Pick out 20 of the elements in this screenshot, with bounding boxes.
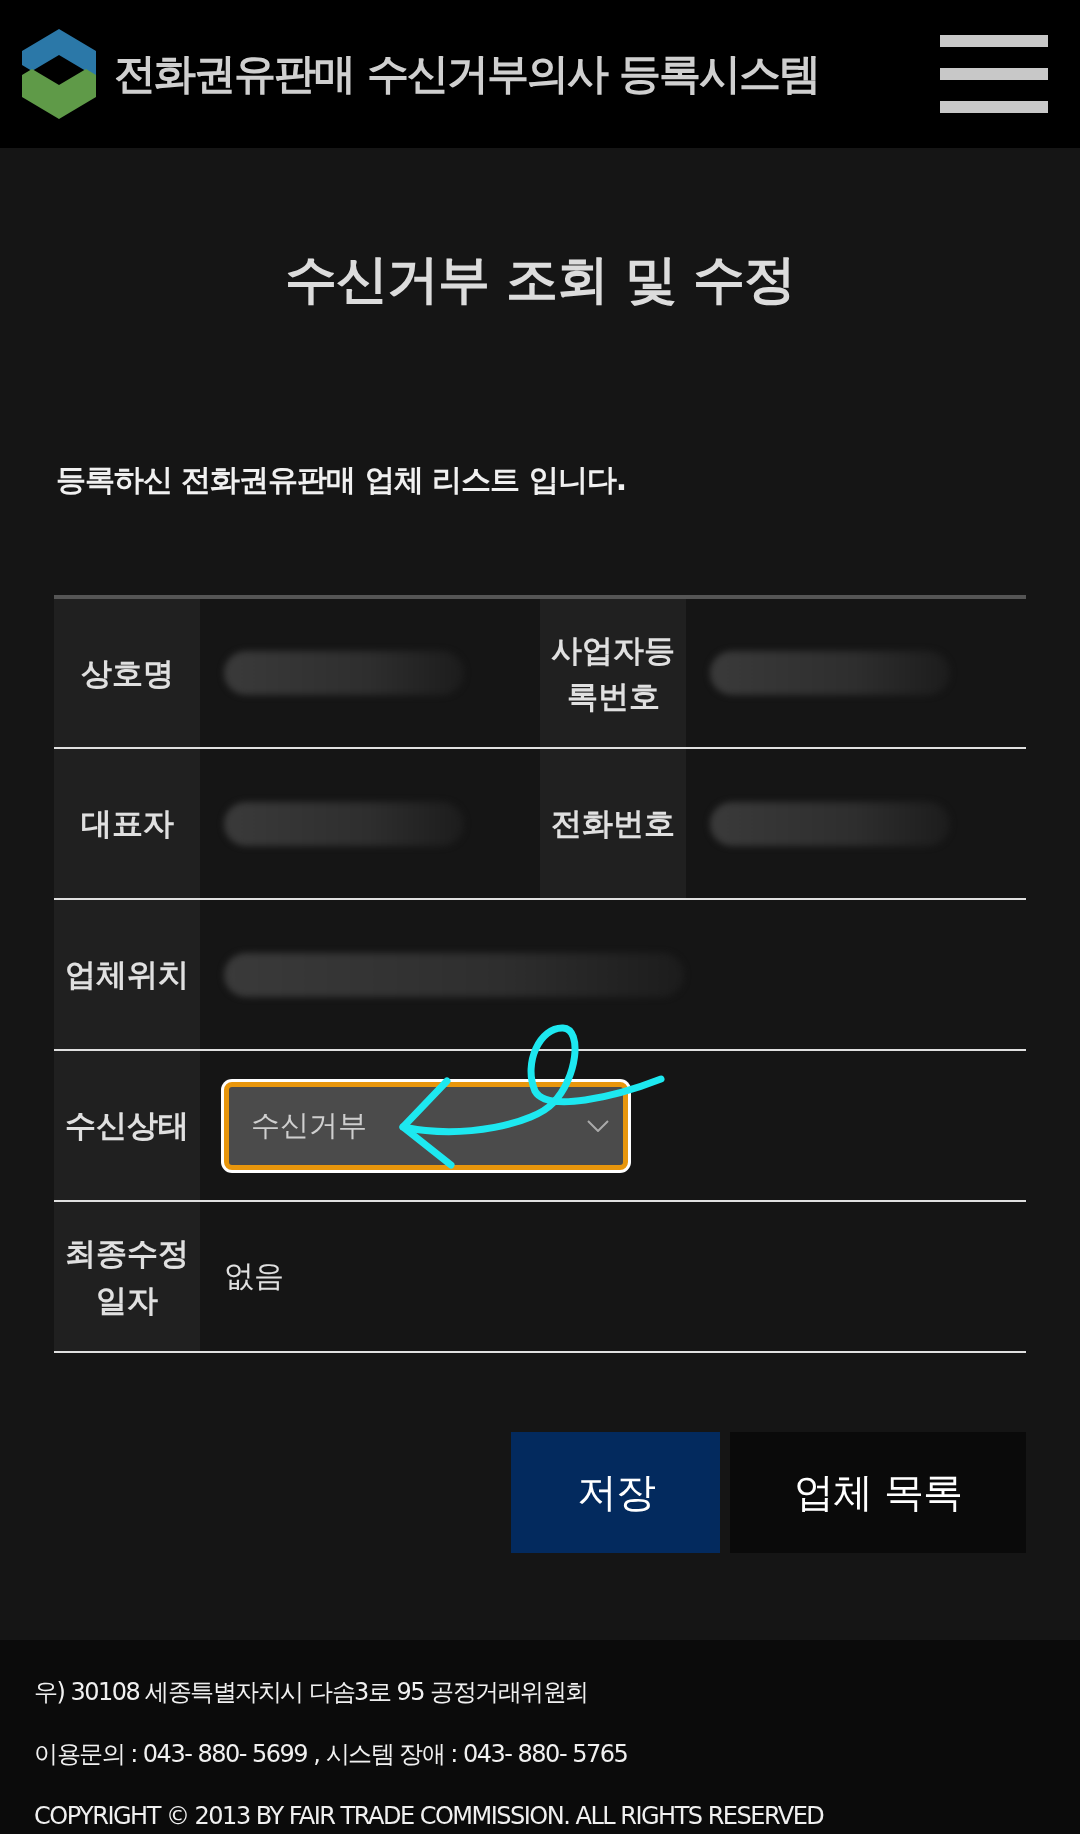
site-title: 전화권유판매 수신거부의사 등록시스템	[114, 48, 821, 100]
intro-text: 등록하신 전화권유판매 업체 리스트 입니다.	[56, 465, 628, 495]
logo-icon	[22, 29, 96, 119]
footer-text: 이용문의 : 043- 880- 5699 , 시스템 장애 : 043- 880- 5765	[34, 1739, 629, 1770]
chevron-down-icon	[587, 1119, 609, 1132]
footer-text: COPYRIGHT © 2013 BY FAIR TRADE COMMISSION. ALL RIGHTS RESERVED	[34, 1801, 825, 1832]
field-label: 업체위치	[54, 899, 200, 1050]
field-label: 사업자등록번호	[540, 597, 686, 748]
page-title: 수신거부 조회 및 수정	[283, 248, 797, 305]
field-label: 상호명	[54, 597, 200, 748]
field-value: 없음	[224, 1258, 284, 1293]
status-select[interactable]: 수신거부	[224, 1081, 628, 1170]
menu-icon[interactable]	[940, 35, 1048, 113]
field-label: 대표자	[54, 748, 200, 899]
field-label: 최종수정일자	[54, 1201, 200, 1352]
save-button[interactable]: 저장	[511, 1432, 720, 1553]
footer-text: 우) 30108 세종특별자치시 다솜3로 95 공정거래위원회	[34, 1677, 589, 1708]
field-label: 전화번호	[540, 748, 686, 899]
list-button[interactable]: 업체 목록	[730, 1432, 1026, 1553]
field-label: 수신상태	[54, 1050, 200, 1201]
